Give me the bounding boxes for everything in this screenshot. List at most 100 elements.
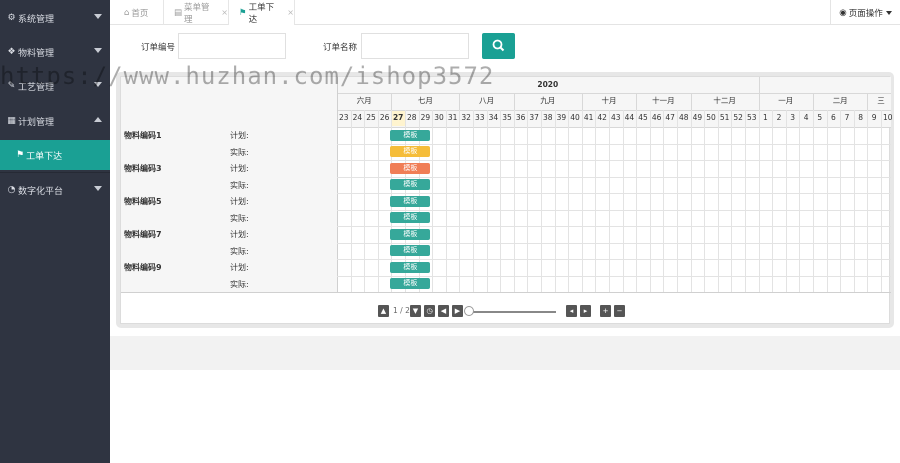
- chevron-down-icon: [94, 82, 102, 87]
- flag-icon: ⚑: [239, 7, 247, 18]
- week-label: 37: [529, 113, 539, 122]
- row-type-label: 实际:: [230, 279, 249, 289]
- grid-vline: [772, 110, 774, 292]
- material-code: 物料编码7: [124, 230, 162, 239]
- week-label: 51: [719, 113, 730, 122]
- zoom-out-button[interactable]: −: [614, 305, 625, 317]
- grid-vline: [527, 110, 529, 292]
- gantt-pager: ▲ 1 / 2 ▼ ◷ ◀ ▶ ◂ ▸ + −: [121, 300, 891, 322]
- scroll-right-button[interactable]: ▶: [452, 305, 463, 317]
- move-right-button[interactable]: ▸: [580, 305, 591, 317]
- move-left-button[interactable]: ◂: [566, 305, 577, 317]
- month-label: 九月: [540, 96, 556, 105]
- sidebar-item-label: 物料管理: [18, 48, 55, 59]
- tab-home[interactable]: ⌂ 首页: [110, 0, 164, 25]
- week-label: 36: [515, 113, 526, 122]
- page-ops-button[interactable]: ◉ 页面操作: [830, 0, 900, 25]
- week-label: 49: [692, 113, 703, 122]
- tab-label: 工单下达: [248, 2, 275, 25]
- week-label: 4: [803, 113, 809, 122]
- row-label-bg: [121, 143, 337, 160]
- month-divider: [690, 93, 692, 110]
- sidebar-item-digital[interactable]: ◔ 数字化平台: [0, 173, 110, 207]
- month-label: 十二月: [713, 96, 736, 105]
- gantt-bar[interactable]: 模板: [390, 162, 431, 174]
- grid-vline: [785, 110, 787, 292]
- week-label: 38: [543, 113, 553, 122]
- grid-vline: [853, 110, 855, 292]
- row-type-label: 计划:: [230, 164, 249, 173]
- week-label: 8: [858, 113, 863, 122]
- grid-vline: [500, 110, 502, 292]
- gantt-chart: ▲ 1 / 2 ▼ ◷ ◀ ▶ ◂ ▸ + − 2020 六月 七月 八月 九月 十月 十一…: [120, 76, 893, 324]
- week-label: 7: [844, 113, 850, 122]
- header-line: [337, 110, 891, 111]
- grid-vline: [432, 110, 434, 292]
- month-divider: [391, 93, 393, 110]
- grid-vline: [745, 110, 746, 292]
- zoom-slider-handle[interactable]: [464, 306, 474, 316]
- sidebar-subitem-label: 工单下达: [26, 151, 63, 162]
- gantt-bar[interactable]: 模板: [390, 129, 431, 141]
- week-label: 28: [407, 113, 417, 122]
- close-icon[interactable]: ×: [221, 8, 228, 17]
- week-label: 48: [679, 113, 689, 122]
- order-name-input[interactable]: [361, 33, 469, 59]
- menu-icon: ▤: [174, 7, 183, 18]
- close-icon[interactable]: ×: [287, 8, 294, 17]
- sidebar-item-process[interactable]: ✎ 工艺管理: [0, 69, 110, 103]
- gantt-bar[interactable]: 模板: [390, 146, 431, 157]
- grid-vline: [881, 110, 882, 292]
- sidebar-subitem-work-order[interactable]: ⚑ 工单下达: [0, 140, 110, 170]
- week-label: 2: [776, 113, 782, 122]
- page-up-button[interactable]: ▲: [378, 305, 389, 317]
- sidebar-item-plan[interactable]: ▦ 计划管理: [0, 104, 110, 138]
- sidebar-item-system[interactable]: ⚙ 系统管理: [0, 1, 110, 35]
- circle-dot-icon: ◉: [839, 7, 847, 18]
- week-label: 3: [790, 113, 795, 122]
- gantt-bar[interactable]: 模板: [390, 261, 431, 273]
- week-label: 34: [488, 113, 499, 122]
- gantt-bar[interactable]: 模板: [390, 212, 431, 223]
- week-label: 33: [475, 113, 485, 122]
- grid-vline: [473, 110, 474, 292]
- zoom-slider[interactable]: [466, 311, 556, 313]
- week-label: 27: [391, 110, 405, 126]
- sidebar-item-material[interactable]: ❖ 物料管理: [0, 35, 110, 69]
- grid-vline: [486, 110, 488, 292]
- gantt-bar[interactable]: 模板: [390, 195, 431, 207]
- year-divider: [758, 77, 760, 93]
- grid-vline: [826, 110, 828, 292]
- grid-vline: [513, 110, 515, 292]
- gantt-bar[interactable]: 模板: [390, 245, 431, 256]
- week-label: 42: [597, 113, 607, 122]
- month-divider: [459, 93, 461, 110]
- page-indicator: 1 / 2: [393, 306, 410, 315]
- grid-vline: [554, 110, 556, 292]
- week-label: 44: [624, 113, 635, 122]
- order-name-label: 订单名称: [323, 43, 358, 53]
- week-label: 45: [638, 113, 648, 122]
- month-divider: [813, 93, 814, 110]
- week-label: 46: [651, 113, 662, 122]
- zoom-in-button[interactable]: +: [600, 305, 611, 317]
- tab-menu-management[interactable]: ▤ 菜单管理 ×: [164, 0, 229, 25]
- tab-work-order[interactable]: ⚑ 工单下达 ×: [229, 0, 295, 25]
- page-down-button[interactable]: ▼: [410, 305, 421, 317]
- calendar-icon: ▦: [7, 116, 16, 126]
- week-label: 50: [706, 113, 716, 122]
- grid-vline: [595, 110, 597, 292]
- month-label: 八月: [479, 96, 495, 105]
- sidebar-item-label: 数字化平台: [18, 186, 64, 197]
- gantt-bar[interactable]: 模板: [390, 179, 431, 190]
- gantt-bar[interactable]: 模板: [390, 278, 431, 289]
- month-divider: [636, 93, 638, 110]
- scroll-left-button[interactable]: ◀: [438, 305, 449, 317]
- clock-icon[interactable]: ◷: [424, 305, 435, 317]
- week-label: 31: [447, 113, 458, 122]
- grid-vline: [459, 110, 461, 292]
- search-button[interactable]: [482, 33, 515, 59]
- week-label: 6: [831, 113, 836, 122]
- gantt-bar[interactable]: 模板: [390, 228, 431, 240]
- order-no-input[interactable]: [178, 33, 286, 59]
